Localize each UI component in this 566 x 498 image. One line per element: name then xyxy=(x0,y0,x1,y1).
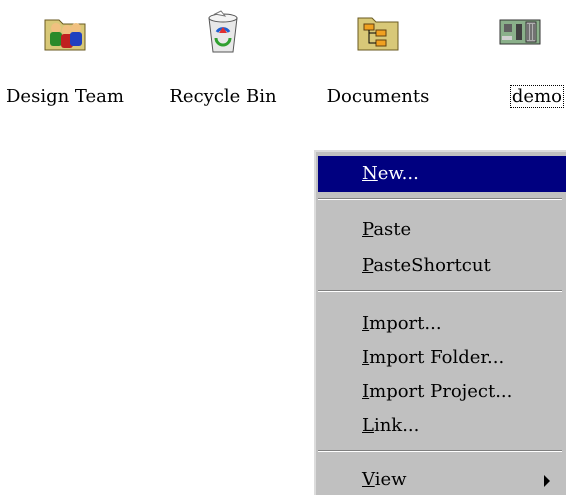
desktop-icon-label: Documents xyxy=(326,86,430,107)
menu-item-import[interactable]: Import... xyxy=(318,306,566,342)
desktop-icon-label: demo xyxy=(509,85,564,108)
recycle-bin-icon xyxy=(201,10,245,54)
documents-folder-icon xyxy=(356,10,400,54)
menu-item-paste[interactable]: Paste xyxy=(318,212,566,248)
menu-separator xyxy=(318,450,562,452)
menu-item-paste-shortcut[interactable]: PasteShortcut xyxy=(318,248,566,284)
menu-item-import-project[interactable]: Import Project... xyxy=(318,374,566,410)
desktop-icon-label: Design Team xyxy=(6,86,124,107)
desktop-icon-design-team[interactable]: Design Team xyxy=(0,10,130,120)
desktop-icon-label: Recycle Bin xyxy=(169,86,277,107)
menu-item-import-folder[interactable]: Import Folder... xyxy=(318,340,566,376)
people-folder-icon xyxy=(43,10,87,54)
desktop-icon-demo[interactable]: demo xyxy=(468,10,566,120)
menu-item-new[interactable]: New... xyxy=(318,156,566,192)
menu-item-view[interactable]: View xyxy=(318,462,566,498)
menu-separator xyxy=(318,198,562,200)
menu-item-link[interactable]: Link... xyxy=(318,408,566,444)
desktop-icon-documents[interactable]: Documents xyxy=(313,10,443,120)
submenu-arrow-icon xyxy=(544,475,550,487)
menu-separator xyxy=(318,290,562,292)
project-board-icon xyxy=(498,10,542,54)
context-menu: New... Paste PasteShortcut Import... Imp… xyxy=(314,150,566,495)
desktop-icon-recycle-bin[interactable]: Recycle Bin xyxy=(158,10,288,120)
